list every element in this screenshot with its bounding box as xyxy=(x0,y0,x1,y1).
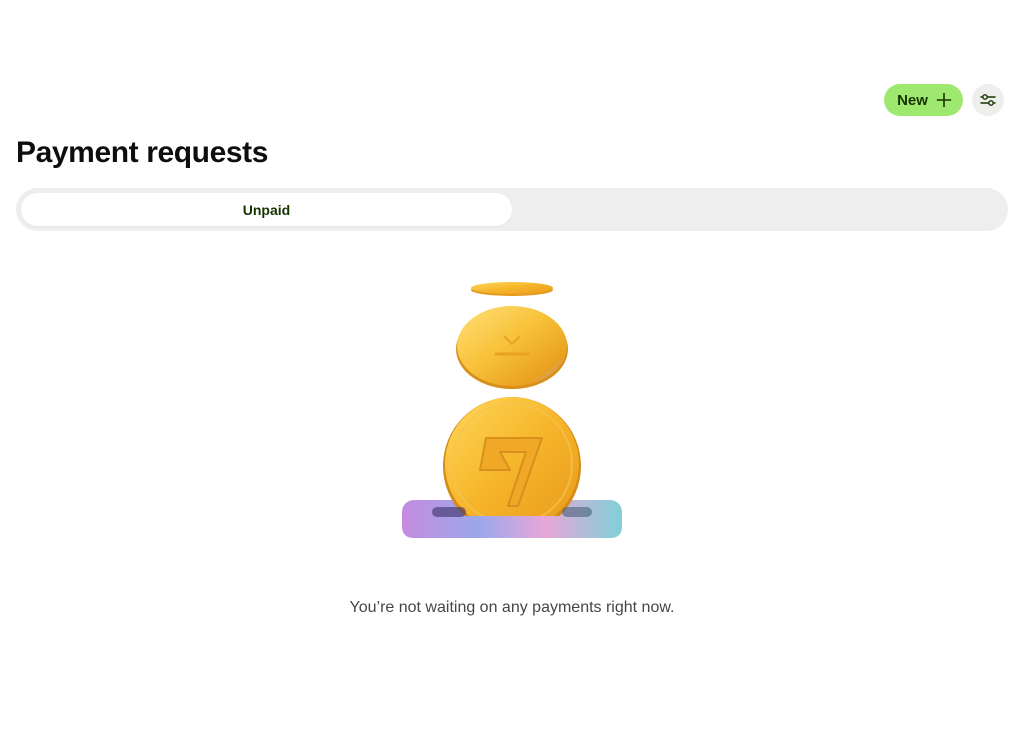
empty-state-message: You’re not waiting on any payments right… xyxy=(349,599,675,616)
tab-unpaid[interactable]: Unpaid xyxy=(21,193,512,226)
page-title: Payment requests xyxy=(16,136,269,169)
plus-icon xyxy=(936,92,952,108)
tab-other[interactable] xyxy=(512,193,1003,226)
header-actions: New xyxy=(884,84,1004,116)
filter-button[interactable] xyxy=(972,84,1004,116)
coins-stack-illustration xyxy=(392,270,632,550)
payment-requests-page: New Payment requests Unpaid You’re not w… xyxy=(0,0,1024,748)
new-button[interactable]: New xyxy=(884,84,963,116)
new-button-label: New xyxy=(897,91,928,109)
status-tabs: Unpaid xyxy=(16,188,1008,231)
filter-sliders-icon xyxy=(979,91,997,109)
